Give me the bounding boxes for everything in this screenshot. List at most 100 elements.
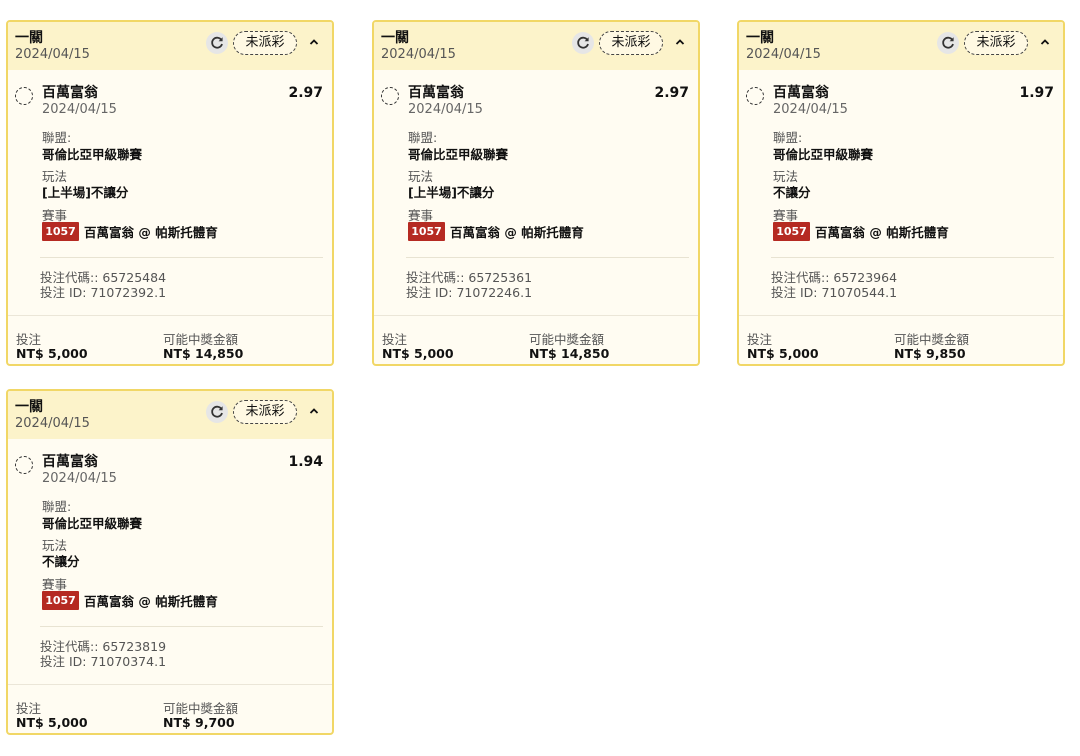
league-label: 聯盟: (408, 130, 438, 145)
selection-date: 2024/04/15 (408, 102, 483, 117)
match-name: 百萬富翁 @ 帕斯托體育 (84, 225, 218, 240)
market-label: 玩法 (773, 169, 799, 184)
stake-label: 投注 (16, 701, 42, 716)
market-value: [上半場]不讓分 (42, 185, 129, 200)
chevron-up-icon[interactable] (305, 402, 323, 420)
bet-id: 投注 ID: 71072246.1 (406, 285, 533, 300)
divider (8, 684, 332, 685)
payout-value: NT$ 14,850 (529, 346, 610, 361)
event-row: 1057 百萬富翁 @ 帕斯托體育 (773, 222, 949, 241)
match-name: 百萬富翁 @ 帕斯托體育 (450, 225, 584, 240)
event-label: 賽事 (42, 577, 68, 592)
bet-date: 2024/04/15 (746, 47, 821, 62)
refresh-icon[interactable] (572, 32, 594, 54)
selection-date: 2024/04/15 (42, 471, 117, 486)
bet-id: 投注 ID: 71072392.1 (40, 285, 167, 300)
payout-label: 可能中獎金額 (529, 332, 605, 347)
refresh-icon[interactable] (937, 32, 959, 54)
league-value: 哥倫比亞甲級聯賽 (773, 147, 874, 162)
match-id-badge: 1057 (42, 222, 79, 241)
status-badge: 未派彩 (233, 31, 297, 55)
league-value: 哥倫比亞甲級聯賽 (42, 516, 143, 531)
chevron-up-icon[interactable] (305, 33, 323, 51)
stake-label: 投注 (747, 332, 773, 347)
selection-odds: 2.97 (288, 85, 323, 101)
refresh-icon[interactable] (206, 32, 228, 54)
bet-type: 一關 (15, 30, 43, 46)
event-row: 1057 百萬富翁 @ 帕斯托體育 (408, 222, 584, 241)
bet-type: 一關 (746, 30, 774, 46)
stake-value: NT$ 5,000 (382, 346, 454, 361)
divider (406, 257, 689, 258)
selection-name: 百萬富翁 (42, 454, 98, 470)
divider (8, 315, 332, 316)
selection-name: 百萬富翁 (773, 85, 829, 101)
bet-date: 2024/04/15 (15, 416, 90, 431)
payout-label: 可能中獎金額 (163, 332, 239, 347)
payout-label: 可能中獎金額 (163, 701, 239, 716)
refresh-icon[interactable] (206, 401, 228, 423)
bet-date: 2024/04/15 (15, 47, 90, 62)
match-id-badge: 1057 (42, 591, 79, 610)
bet-code: 投注代碼:: 65725361 (406, 270, 533, 285)
status-badge: 未派彩 (964, 31, 1028, 55)
stake-label: 投注 (382, 332, 408, 347)
bet-code: 投注代碼:: 65723819 (40, 639, 167, 654)
status-badge: 未派彩 (599, 31, 663, 55)
pending-circle-icon (746, 87, 764, 105)
stake-value: NT$ 5,000 (747, 346, 819, 361)
payout-value: NT$ 14,850 (163, 346, 244, 361)
event-row: 1057 百萬富翁 @ 帕斯托體育 (42, 222, 218, 241)
stake-value: NT$ 5,000 (16, 346, 88, 361)
bet-card-grid: 一關 2024/04/15 未派彩 百萬富翁 2.97 2024/04/15 聯… (0, 0, 1080, 756)
match-name: 百萬富翁 @ 帕斯托體育 (815, 225, 949, 240)
selection-odds: 1.94 (288, 454, 323, 470)
stake-label: 投注 (16, 332, 42, 347)
selection-odds: 1.97 (1019, 85, 1054, 101)
chevron-up-icon[interactable] (671, 33, 689, 51)
bet-id: 投注 ID: 71070374.1 (40, 654, 167, 669)
bet-card: 一關 2024/04/15 未派彩 百萬富翁 2.97 2024/04/15 聯… (6, 20, 334, 366)
league-value: 哥倫比亞甲級聯賽 (408, 147, 509, 162)
bet-card-header: 一關 2024/04/15 未派彩 (374, 22, 698, 70)
divider (40, 257, 323, 258)
divider (739, 315, 1063, 316)
stake-value: NT$ 5,000 (16, 715, 88, 730)
match-name: 百萬富翁 @ 帕斯托體育 (84, 594, 218, 609)
chevron-up-icon[interactable] (1036, 33, 1054, 51)
bet-id: 投注 ID: 71070544.1 (771, 285, 898, 300)
bet-card: 一關 2024/04/15 未派彩 百萬富翁 1.97 2024/04/15 聯… (737, 20, 1065, 366)
market-value: 不讓分 (773, 185, 811, 200)
market-label: 玩法 (42, 538, 68, 553)
selection-name: 百萬富翁 (408, 85, 464, 101)
bet-code: 投注代碼:: 65723964 (771, 270, 898, 285)
market-label: 玩法 (42, 169, 68, 184)
bet-card: 一關 2024/04/15 未派彩 百萬富翁 2.97 2024/04/15 聯… (372, 20, 700, 366)
league-label: 聯盟: (42, 130, 72, 145)
pending-circle-icon (15, 87, 33, 105)
league-label: 聯盟: (773, 130, 803, 145)
bet-card-header: 一關 2024/04/15 未派彩 (8, 22, 332, 70)
event-row: 1057 百萬富翁 @ 帕斯托體育 (42, 591, 218, 610)
event-label: 賽事 (408, 208, 434, 223)
selection-odds: 2.97 (654, 85, 689, 101)
payout-value: NT$ 9,700 (163, 715, 235, 730)
bet-date: 2024/04/15 (381, 47, 456, 62)
bet-card-header: 一關 2024/04/15 未派彩 (739, 22, 1063, 70)
event-label: 賽事 (773, 208, 799, 223)
league-value: 哥倫比亞甲級聯賽 (42, 147, 143, 162)
pending-circle-icon (15, 456, 33, 474)
league-label: 聯盟: (42, 499, 72, 514)
match-id-badge: 1057 (408, 222, 445, 241)
pending-circle-icon (381, 87, 399, 105)
divider (40, 626, 323, 627)
divider (771, 257, 1054, 258)
event-label: 賽事 (42, 208, 68, 223)
market-value: [上半場]不讓分 (408, 185, 495, 200)
bet-type: 一關 (381, 30, 409, 46)
selection-date: 2024/04/15 (773, 102, 848, 117)
selection-name: 百萬富翁 (42, 85, 98, 101)
bet-code: 投注代碼:: 65725484 (40, 270, 167, 285)
match-id-badge: 1057 (773, 222, 810, 241)
market-label: 玩法 (408, 169, 434, 184)
